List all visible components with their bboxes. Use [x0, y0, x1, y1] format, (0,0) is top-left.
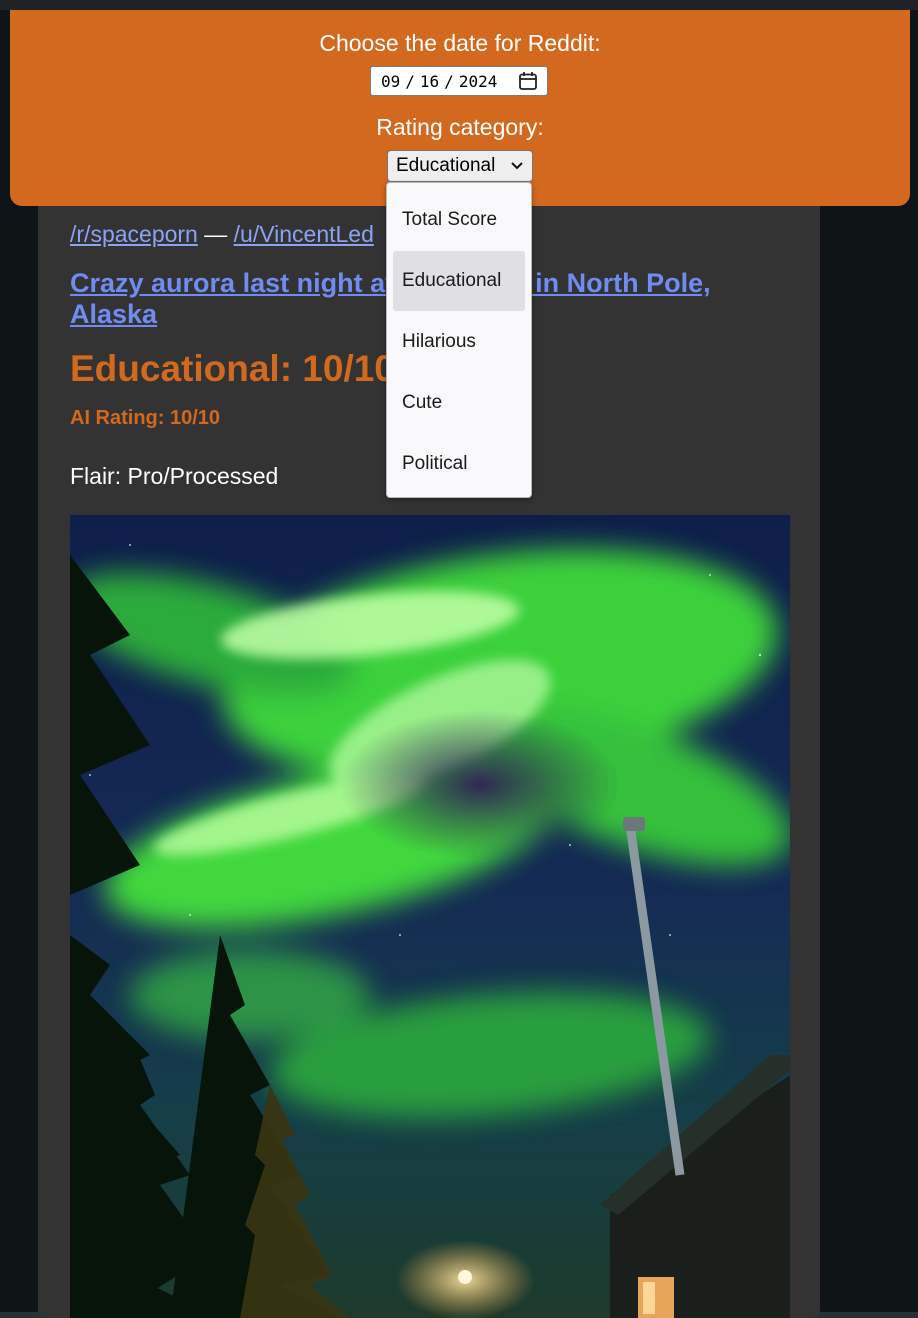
option-cute[interactable]: Cute — [393, 373, 525, 433]
rating-category-dropdown: Total Score Educational Hilarious Cute P… — [386, 182, 532, 498]
option-hilarious[interactable]: Hilarious — [393, 312, 525, 372]
post-image[interactable] — [70, 515, 790, 1318]
date-label: Choose the date for Reddit: — [319, 30, 601, 56]
ai-rating: AI Rating: 10/10 — [70, 407, 221, 429]
meta-separator: — — [204, 221, 228, 247]
date-month[interactable]: 09 — [381, 72, 400, 91]
date-separator: / — [444, 71, 454, 91]
calendar-icon[interactable] — [518, 71, 538, 91]
date-input[interactable]: 09 / 16 / 2024 — [370, 66, 548, 96]
date-separator: / — [405, 71, 415, 91]
rating-category-select[interactable]: Educational — [387, 150, 533, 182]
user-link[interactable]: /u/VincentLed — [234, 221, 374, 247]
post-meta: /r/spaceporn — /u/VincentLed — [70, 221, 374, 248]
subreddit-link[interactable]: /r/spaceporn — [70, 221, 198, 247]
post-flair: Flair: Pro/Processed — [70, 463, 279, 489]
rating-category-label: Rating category: — [376, 114, 544, 140]
score-heading: Educational: 10/10 — [70, 348, 395, 389]
option-educational[interactable]: Educational — [393, 251, 525, 311]
select-value: Educational — [396, 155, 496, 176]
option-political[interactable]: Political — [393, 434, 525, 494]
option-total-score[interactable]: Total Score — [393, 190, 525, 250]
chevron-down-icon — [511, 162, 523, 170]
controls-header: Choose the date for Reddit: 09 / 16 / 20… — [10, 10, 910, 206]
date-day[interactable]: 16 — [420, 72, 439, 91]
date-year[interactable]: 2024 — [459, 72, 498, 91]
window-top-strip — [0, 0, 918, 10]
